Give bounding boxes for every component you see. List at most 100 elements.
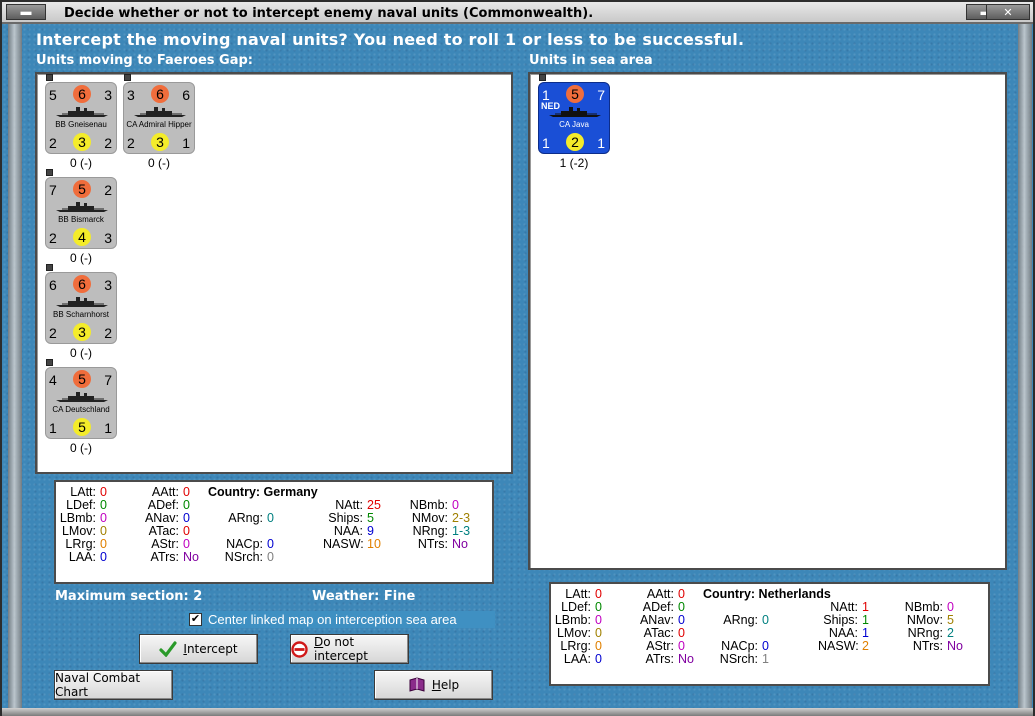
unit-counter-wrap[interactable]: 6 6 3 BB Scharnhorst 2 3 2 0 (-) [45,264,119,360]
unit-counter-wrap[interactable]: NED 1 5 7 CA Java 1 2 1 1 (-2) [538,74,612,170]
check-mark-icon [159,641,177,657]
naval-unit-counter[interactable]: 7 5 2 BB Bismarck 2 4 3 [45,177,117,249]
help-button[interactable]: Help [374,670,493,700]
stat-label-nbmb: NBmb: [409,498,448,512]
unit-attack: 6 [151,85,169,103]
stat-value-arng: 0 [267,511,274,525]
stat-value-nrng: 2 [947,626,954,640]
prohibited-icon [291,640,308,658]
stat-value-adef: 0 [678,600,685,614]
close-button[interactable]: ✕ [986,4,1030,20]
unit-counter-wrap[interactable]: 7 5 2 BB Bismarck 2 4 3 0 (-) [45,169,119,265]
stat-value-nbmb: 0 [947,600,954,614]
unit-attack: 5 [73,370,91,388]
stat-value-ntrs: No [947,639,963,653]
stat-value-lmov: 0 [595,626,602,640]
stat-label-anav: ANav: [144,511,179,525]
unit-roll-label: 0 (-) [70,346,92,360]
minimize-button[interactable]: ▬ [6,4,46,20]
stat-value-anav: 0 [183,511,190,525]
stat-value-lrrg: 0 [595,639,602,653]
unit-stat-bl: 1 [542,135,550,151]
weather: Weather: Fine [312,589,416,604]
stat-value-latt: 0 [100,485,107,499]
naval-unit-counter[interactable]: 6 6 3 BB Scharnhorst 2 3 2 [45,272,117,344]
unit-stat-bl: 2 [49,135,57,151]
stat-value-nasw: 2 [862,639,869,653]
unit-stack-marker [46,264,53,271]
unit-name: BB Scharnhorst [52,310,110,319]
naval-unit-counter[interactable]: 4 5 7 CA Deutschland 1 5 1 [45,367,117,439]
stat-value-nrng: 1-3 [452,524,471,538]
window-title: Decide whether or not to intercept enemy… [64,6,594,21]
unit-stat-tl: 4 [49,372,57,388]
naval-unit-counter[interactable]: 3 6 6 CA Admiral Hipper 2 3 1 [123,82,195,154]
stat-value-nmov: 2-3 [452,511,471,525]
stat-label-natt: NAtt: [335,498,363,512]
unit-defense: 3 [73,323,91,341]
right-frame [1018,24,1032,714]
unit-counter-wrap[interactable]: 4 5 7 CA Deutschland 1 5 1 0 (-) [45,359,119,455]
stat-label-adef: ADef: [642,600,674,614]
stat-label-anav: ANav: [639,613,674,627]
naval-unit-counter[interactable]: NED 1 5 7 CA Java 1 2 1 [538,82,610,154]
unit-stat-tl: 6 [49,277,57,293]
unit-roll-label: 0 (-) [70,156,92,170]
germany-stats-panel: Country: Germany LAtt: 0 LDef: 0 LBmb: 0 LMov: 0… [54,480,494,584]
do-not-intercept-label: Do not intercept [314,635,368,663]
unit-stat-br: 3 [104,230,112,246]
unit-counter-wrap[interactable]: 5 6 3 BB Gneisenau 2 3 2 0 (-) [45,74,119,170]
stat-label-lbmb: LBmb: [554,613,591,627]
do-not-intercept-button[interactable]: Do not intercept [290,634,409,664]
naval-combat-chart-button[interactable]: Naval Combat Chart [54,670,173,700]
unit-roll-label: 0 (-) [70,441,92,455]
unit-name: BB Gneisenau [55,120,107,129]
stat-label-nrng: NRng: [907,626,943,640]
stat-value-aatt: 0 [678,587,685,601]
unit-stat-bl: 2 [49,325,57,341]
intercept-button[interactable]: Intercept [139,634,258,664]
stat-label-nacp: NACp: [721,639,758,653]
unit-stat-tl: 5 [49,87,57,103]
unit-name: CA Deutschland [52,405,110,414]
stat-value-astr: 0 [678,639,685,653]
country-name: Country: Netherlands [703,587,831,601]
unit-stack-marker [46,359,53,366]
center-map-option[interactable]: ✔ Center linked map on interception sea … [185,611,495,628]
center-map-checkbox[interactable]: ✔ [189,613,202,626]
stat-value-astr: 0 [183,537,190,551]
stat-label-aatt: AAtt: [151,485,179,499]
stat-label-laa: LAA: [563,652,591,666]
stat-label-nasw: NASW: [323,537,364,551]
stat-value-nasw: 10 [367,537,381,551]
stat-label-ntrs: NTrs: [417,537,448,551]
stat-value-latt: 0 [595,587,602,601]
unit-roll-label: 0 (-) [70,251,92,265]
stat-label-nmov: NMov: [906,613,943,627]
unit-counter-wrap[interactable]: 3 6 6 CA Admiral Hipper 2 3 1 0 (-) [123,74,197,170]
unit-stat-bl: 2 [127,135,135,151]
unit-stack-marker [46,169,53,176]
stat-value-arng: 0 [762,613,769,627]
stat-label-ntrs: NTrs: [912,639,943,653]
stat-label-ldef: LDef: [66,498,96,512]
stat-label-nsrch: NSrch: [224,550,263,564]
stat-value-ships: 1 [862,613,869,627]
unit-stat-br: 1 [597,135,605,151]
stat-label-ships: Ships: [823,613,858,627]
naval-unit-counter[interactable]: 5 6 3 BB Gneisenau 2 3 2 [45,82,117,154]
help-label: Help [431,678,460,692]
stat-label-lrrg: LRrg: [560,639,591,653]
sea-area-units-panel: NED 1 5 7 CA Java 1 2 1 1 (-2) [528,72,1007,570]
stat-value-natt: 1 [862,600,869,614]
stat-value-laa: 0 [100,550,107,564]
stat-value-laa: 0 [595,652,602,666]
book-icon [408,677,426,693]
unit-stat-tr: 3 [104,87,112,103]
center-map-label: Center linked map on interception sea ar… [208,612,457,627]
intercept-dialog: ▬ Decide whether or not to intercept ene… [0,0,1035,716]
stat-label-nacp: NACp: [226,537,263,551]
stat-label-lrrg: LRrg: [65,537,96,551]
unit-name: CA Admiral Hipper [126,120,192,129]
unit-stack-marker [539,74,546,81]
